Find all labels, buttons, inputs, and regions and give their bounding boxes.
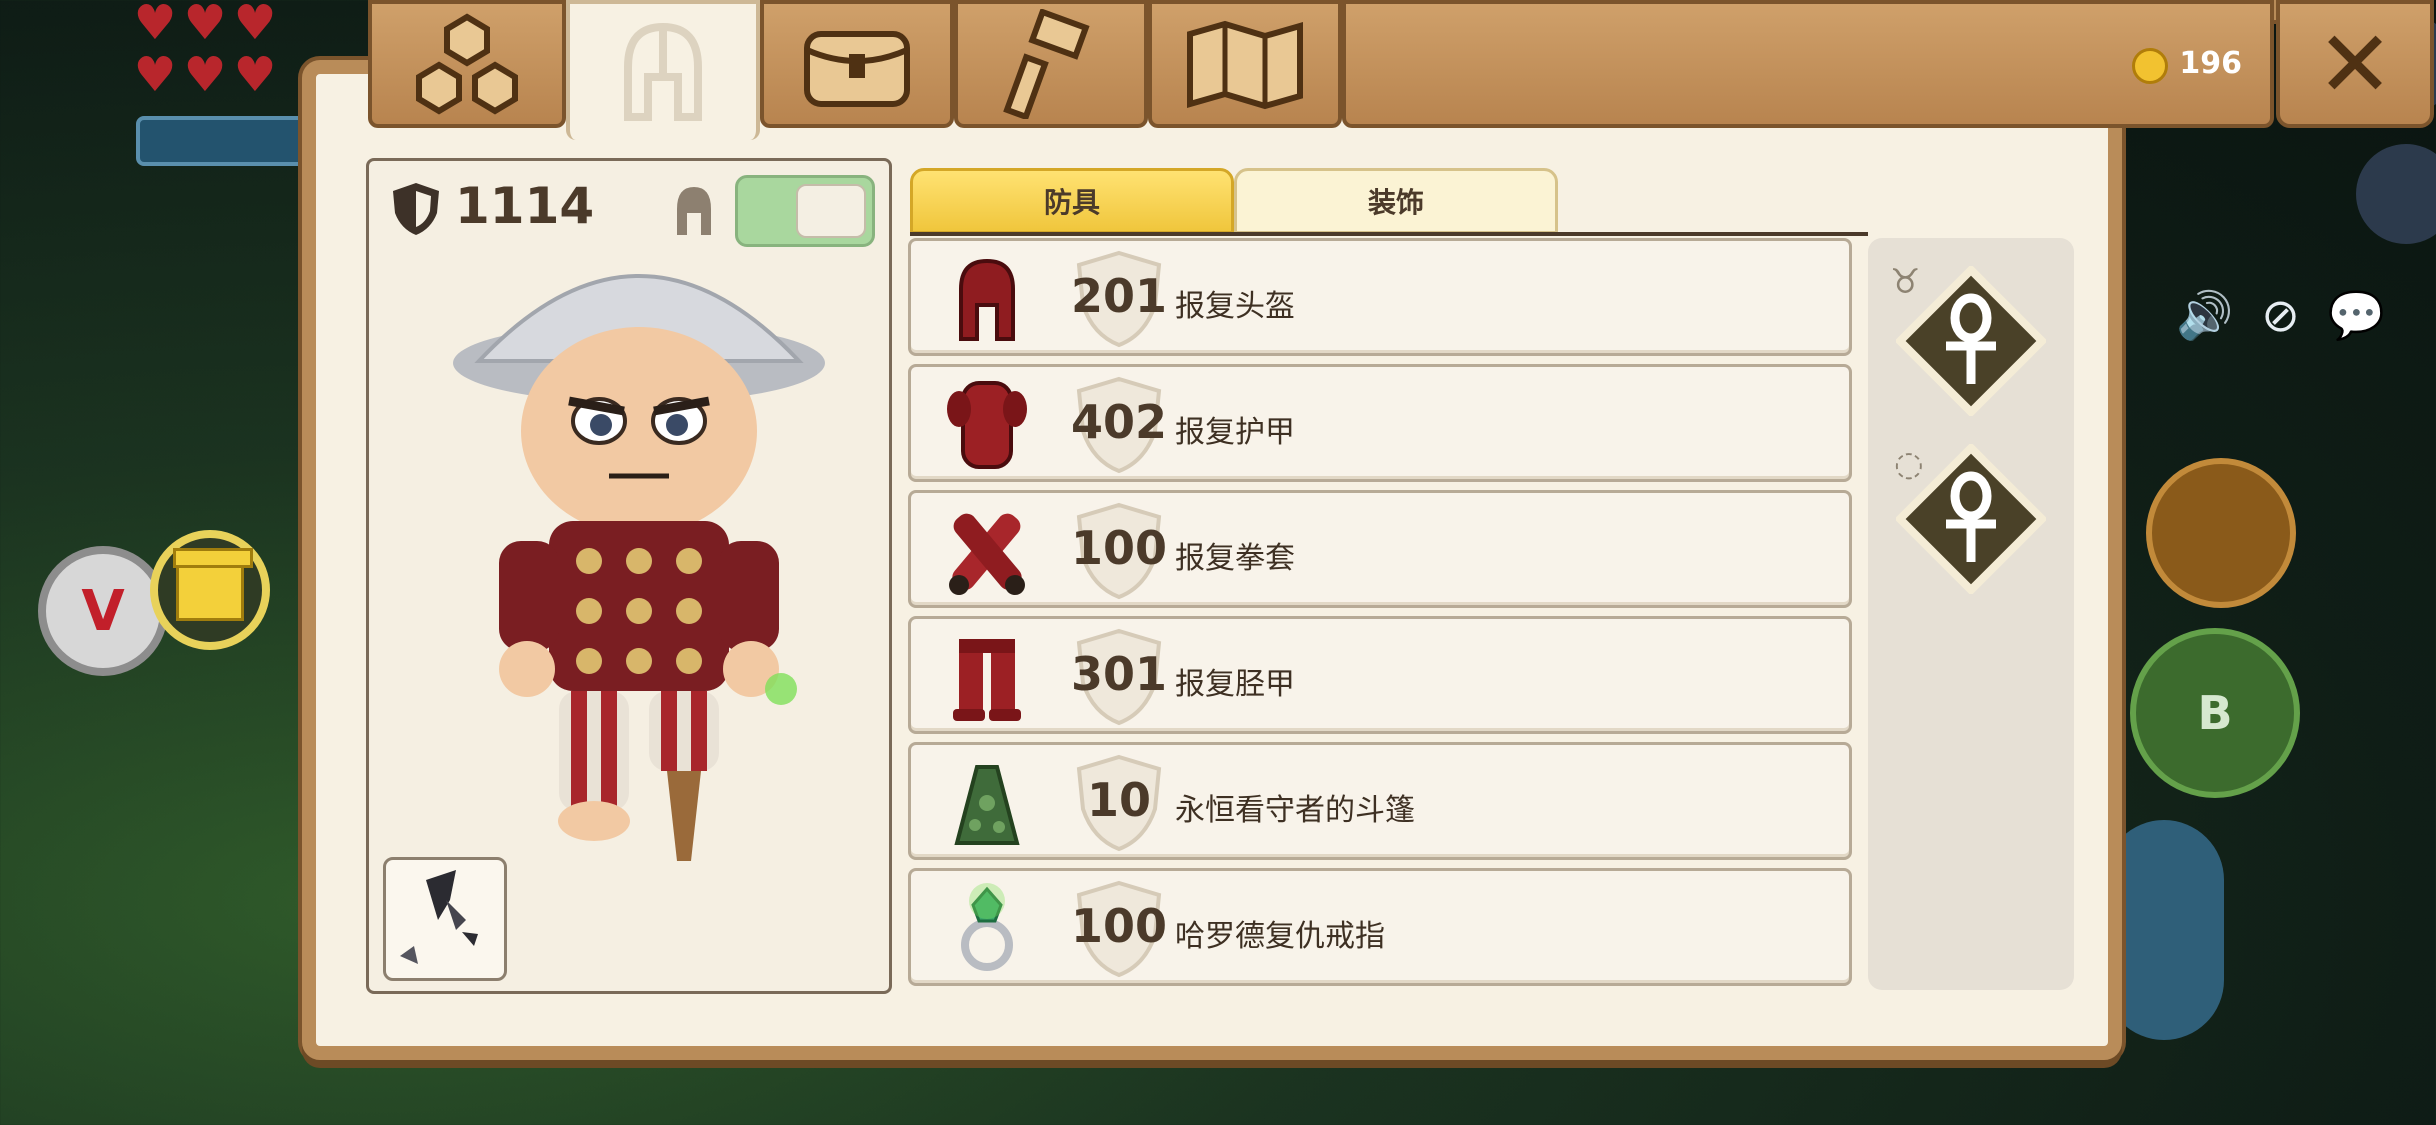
item-name: 哈罗德复仇戒指 — [1175, 919, 1385, 954]
greaves-item-icon — [953, 639, 1021, 721]
helmet-item-icon — [959, 258, 1015, 341]
item-name: 报复护甲 — [1175, 415, 1295, 450]
heart-icon: ♥ — [183, 0, 227, 51]
equipment-row[interactable]: 10 永恒看守者的斗篷 — [908, 742, 1852, 860]
armor-value: 100 — [1071, 899, 1168, 953]
coin-icon — [2132, 48, 2168, 84]
speaker-icon[interactable]: 🔊 — [2176, 288, 2233, 343]
armor-value: 10 — [1086, 773, 1151, 827]
tab-map[interactable] — [1148, 0, 1342, 128]
v-logo-button[interactable]: V — [38, 546, 168, 676]
tab-build[interactable] — [954, 0, 1148, 128]
subtab-armor[interactable]: 防具 — [910, 168, 1234, 234]
armor-value: 402 — [1071, 395, 1168, 449]
weapon-item-icon — [400, 870, 478, 964]
mic-muted-icon[interactable]: ⊘ — [2261, 288, 2300, 342]
heart-icon: ♥ — [133, 0, 177, 51]
subtab-accessories[interactable]: 装饰 — [1234, 168, 1558, 234]
hammer-icon — [1003, 9, 1090, 119]
armor-value: 301 — [1071, 647, 1168, 701]
character-avatar[interactable] — [429, 221, 849, 921]
gift-icon — [173, 548, 253, 621]
gauntlets-item-icon — [949, 513, 1025, 595]
heart-icon: ♥ — [133, 47, 177, 103]
currency-display: 196 — [1342, 0, 2274, 128]
close-button[interactable]: ✕ — [2276, 0, 2434, 128]
amulet-slot[interactable] — [1896, 266, 2046, 416]
ring-item-icon — [961, 883, 1013, 971]
equipment-row[interactable]: 201 报复头盔 — [908, 238, 1852, 356]
stamina-bar — [136, 116, 316, 166]
equipment-subtabs: 防具 装饰 — [910, 168, 1558, 234]
item-name: 永恒看守者的斗篷 — [1175, 793, 1415, 828]
camera-button[interactable] — [2356, 144, 2436, 244]
close-icon: ✕ — [2316, 10, 2394, 118]
armor-value: 100 — [1071, 521, 1168, 575]
tab-equipment[interactable] — [566, 0, 760, 140]
gift-button[interactable] — [150, 530, 270, 650]
weapon-slot[interactable] — [383, 857, 507, 981]
heart-icon: ♥ — [233, 47, 277, 103]
item-name: 报复胫甲 — [1175, 667, 1295, 702]
character-preview-panel: 1114 — [366, 158, 892, 994]
subtab-divider — [910, 232, 1868, 236]
accessory-slots-panel: ♉ ◌ — [1868, 238, 2074, 990]
v-logo-label: V — [81, 578, 125, 644]
b-button-label: B — [2197, 686, 2233, 740]
nodes-icon — [416, 13, 518, 115]
cloak-item-icon — [954, 765, 1020, 845]
ring-slot[interactable] — [1896, 444, 2046, 594]
item-name: 报复头盔 — [1175, 289, 1295, 324]
map-icon — [1187, 20, 1303, 110]
heart-icon: ♥ — [183, 47, 227, 103]
item-name: 报复拳套 — [1175, 541, 1295, 576]
tab-bar: 196 ✕ — [290, 0, 2434, 140]
helmet-icon — [624, 22, 702, 121]
equipment-row[interactable]: 100 报复拳套 — [908, 490, 1852, 608]
equipment-list: 201 报复头盔 402 报复护甲 100 报复拳套 301 报复胫甲 10 永… — [908, 238, 1852, 994]
audio-controls: 🔊 ⊘ 💬 — [2176, 285, 2436, 345]
b-button[interactable]: B — [2130, 628, 2300, 798]
heart-icon: ♥ — [233, 0, 277, 51]
equipment-row[interactable]: 402 报复护甲 — [908, 364, 1852, 482]
equipment-row[interactable]: 100 哈罗德复仇戒指 — [908, 868, 1852, 986]
tab-crafting[interactable] — [368, 0, 566, 128]
tab-backpack[interactable] — [760, 0, 954, 128]
chestplate-item-icon — [947, 381, 1027, 469]
equipment-row[interactable]: 301 报复胫甲 — [908, 616, 1852, 734]
jump-button[interactable] — [2104, 820, 2224, 1040]
armor-value: 201 — [1071, 269, 1168, 323]
chat-icon[interactable]: 💬 — [2328, 288, 2385, 343]
interact-hand-button[interactable] — [2146, 458, 2296, 608]
health-hearts: ♥ ♥ ♥ ♥ ♥ ♥ — [132, 0, 302, 110]
backpack-icon — [804, 31, 910, 107]
coin-count: 196 — [2179, 46, 2242, 81]
